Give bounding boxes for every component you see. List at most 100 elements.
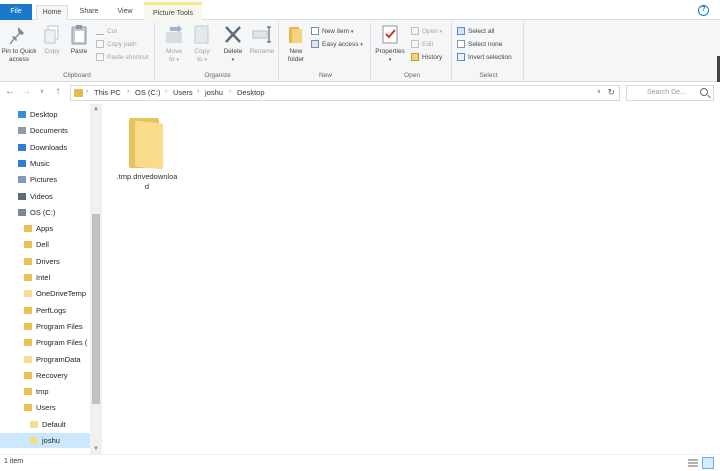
select-none-icon [457, 40, 465, 49]
folder-icon [24, 339, 32, 347]
nav-item-apps[interactable]: Apps [0, 221, 90, 236]
file-item[interactable]: .tmp.drivedownload [116, 116, 178, 200]
breadcrumb-os-c[interactable]: OS (C:) [135, 88, 160, 97]
nav-item-drivers[interactable]: Drivers [0, 254, 90, 269]
tab-picture-tools[interactable]: Picture Tools [144, 2, 202, 20]
delete-label: Delete [223, 48, 243, 55]
breadcrumb-desktop[interactable]: Desktop [237, 88, 265, 97]
tab-share[interactable]: Share [74, 5, 104, 20]
address-separator: › [229, 88, 232, 95]
forward-arrow-icon[interactable]: → [20, 86, 32, 98]
breadcrumb-users[interactable]: Users [173, 88, 193, 97]
clipboard-group: Pin to Quick access Copy Paste Cut Copy … [0, 22, 155, 80]
folder-icon [24, 371, 32, 379]
details-view-icon[interactable] [688, 458, 698, 468]
paste-label: Paste [70, 48, 88, 55]
paste-shortcut-button[interactable]: Paste shortcut [96, 52, 149, 63]
new-group-label: New [318, 72, 332, 79]
select-all-button[interactable]: Select all [457, 26, 494, 37]
nav-item-intel[interactable]: Intel [0, 270, 90, 285]
nav-item-label: OneDriveTemp [36, 289, 87, 299]
refresh-icon[interactable]: ↻ [607, 87, 615, 98]
tab-view[interactable]: View [110, 5, 140, 20]
paste-button[interactable]: Paste [66, 24, 92, 56]
nav-item-default[interactable]: Default [0, 417, 90, 432]
nav-item-videos[interactable]: Videos [0, 189, 90, 204]
nav-item-tmp[interactable]: tmp [0, 384, 90, 399]
address-separator: › [86, 88, 89, 95]
cut-button[interactable]: Cut [96, 26, 117, 37]
back-arrow-icon[interactable]: ← [4, 86, 16, 98]
open-button[interactable]: Open ▾ [411, 26, 442, 37]
invert-selection-button[interactable]: Invert selection [457, 52, 512, 63]
nav-item-recovery[interactable]: Recovery [0, 368, 90, 383]
open-group: Properties ▾ Open ▾ Edit History Open [373, 22, 452, 80]
file-list-area[interactable]: .tmp.drivedownload [102, 104, 720, 454]
nav-item-label: Apps [36, 224, 54, 234]
nav-item-perflogs[interactable]: PerfLogs [0, 303, 90, 318]
nav-item-program-files[interactable]: Program Files ( [0, 335, 90, 350]
rename-button[interactable]: Rename [247, 24, 277, 56]
nav-scrollbar[interactable]: ▲ ▼ [90, 104, 102, 454]
open-group-label: Open [404, 72, 420, 79]
address-bar[interactable]: › This PC › OS (C:) › Users › joshu › De… [70, 85, 620, 101]
history-button[interactable]: History [411, 52, 442, 63]
tab-file[interactable]: File [0, 4, 32, 20]
pin-to-quick-access-button[interactable]: Pin to Quick access [0, 24, 38, 64]
nav-item-onedrivetemp[interactable]: OneDriveTemp [0, 286, 90, 301]
tab-home[interactable]: Home [36, 5, 68, 20]
nav-item-dell[interactable]: Dell [0, 237, 90, 252]
nav-item-programdata[interactable]: ProgramData [0, 352, 90, 367]
open-label: Open [422, 28, 438, 35]
invert-selection-icon [457, 53, 465, 62]
large-icons-view-icon[interactable] [702, 457, 714, 469]
easy-access-button[interactable]: Easy access ▾ [311, 39, 363, 50]
nav-item-os-c[interactable]: OS (C:) [0, 205, 90, 220]
help-icon[interactable]: ? [698, 5, 709, 16]
move-to-button[interactable]: Move to ▾ [161, 24, 187, 64]
nav-item-program-files[interactable]: Program Files [0, 319, 90, 334]
properties-button[interactable]: Properties ▾ [373, 24, 407, 64]
nav-item-downloads[interactable]: Downloads [0, 140, 90, 155]
up-arrow-icon[interactable]: ↑ [52, 86, 64, 98]
rename-icon [252, 26, 271, 43]
scroll-thumb[interactable] [92, 214, 100, 404]
select-group: Select all Select none Invert selection … [454, 22, 524, 80]
new-folder-button[interactable]: New folder [283, 24, 309, 64]
nav-item-users[interactable]: Users [0, 400, 90, 415]
scroll-down-icon[interactable]: ▼ [92, 446, 100, 452]
nav-item-pictures[interactable]: Pictures [0, 172, 90, 187]
copy-path-button[interactable]: Copy path [96, 39, 137, 50]
delete-button[interactable]: Delete ▾ [219, 24, 247, 64]
nav-item-label: ProgramData [36, 354, 81, 364]
music-icon [18, 159, 26, 167]
nav-item-label: OS (C:) [30, 207, 56, 217]
breadcrumb-joshu[interactable]: joshu [205, 88, 223, 97]
scroll-up-icon[interactable]: ▲ [92, 106, 100, 112]
breadcrumb-this-pc[interactable]: This PC [94, 88, 121, 97]
nav-item-music[interactable]: Music [0, 156, 90, 171]
pin-label-line2: access [8, 56, 30, 63]
new-item-button[interactable]: New item ▾ [311, 26, 353, 37]
edit-icon [411, 40, 419, 49]
edit-button[interactable]: Edit [411, 39, 433, 50]
search-box[interactable]: Search De... [626, 85, 714, 101]
nav-item-desktop[interactable]: Desktop [0, 107, 90, 122]
folder-icon [24, 290, 32, 298]
folder-icon [30, 437, 38, 444]
copy-to-label-line1: Copy [194, 48, 210, 55]
new-group: New folder New item ▾ Easy access ▾ New [281, 22, 371, 80]
easy-access-icon [311, 40, 319, 49]
nav-item-label: Documents [30, 126, 68, 136]
pin-label-line1: Pin to Quick [1, 48, 37, 55]
select-none-button[interactable]: Select none [457, 39, 502, 50]
paste-shortcut-label: Paste shortcut [107, 54, 149, 61]
address-dropdown-icon[interactable]: ∨ [597, 88, 601, 95]
copy-to-button[interactable]: Copy to ▾ [189, 24, 215, 64]
recent-locations-chevron-icon[interactable]: ∨ [36, 86, 48, 98]
nav-item-joshu[interactable]: joshu [0, 433, 90, 448]
paste-shortcut-icon [96, 53, 104, 62]
nav-item-documents[interactable]: Documents [0, 123, 90, 138]
copy-button[interactable]: Copy [40, 24, 64, 56]
item-count: 1 item [4, 458, 24, 465]
